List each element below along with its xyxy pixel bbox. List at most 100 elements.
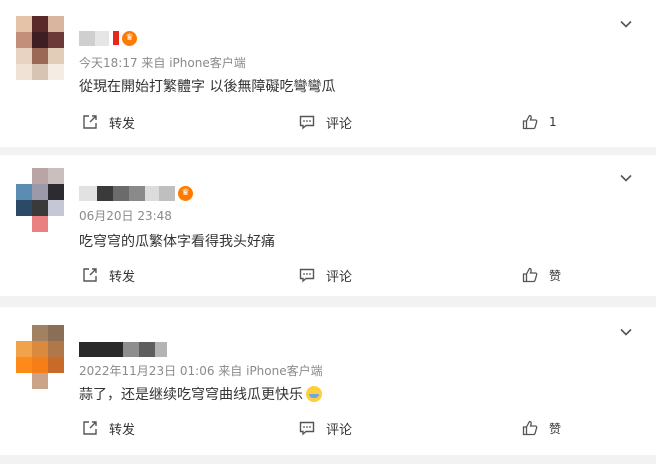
- avatar-pixel: [48, 184, 64, 200]
- avatar-pixel: [48, 216, 64, 232]
- comment-icon: [299, 421, 315, 436]
- chevron-down-icon[interactable]: [618, 324, 634, 340]
- comment-label: 评论: [326, 269, 353, 285]
- avatar-pixel: [48, 200, 64, 216]
- comment-text: 從現在開始打繁體字 以後無障礙吃彎彎瓜: [79, 76, 335, 96]
- username-redaction-block: [79, 185, 97, 201]
- username-redaction-block: [95, 30, 109, 46]
- share-icon: [83, 421, 97, 435]
- username-redaction-block: [123, 341, 139, 357]
- avatar-pixel: [32, 48, 48, 64]
- comment-actions: 转发 评论 赞: [0, 417, 656, 439]
- vip-crown-icon: ♛: [178, 185, 193, 201]
- chevron-down-icon[interactable]: [618, 16, 634, 32]
- share-button[interactable]: 转发: [81, 417, 135, 439]
- username-redaction-block: [145, 185, 159, 201]
- comment-meta: 2022年11月23日 01:06 来自 iPhone客户端: [79, 364, 323, 378]
- share-icon: [83, 115, 97, 129]
- username-redaction-block: [139, 341, 155, 357]
- share-label: 转发: [109, 422, 136, 438]
- comment-label: 评论: [326, 422, 353, 438]
- avatar-pixel: [32, 184, 48, 200]
- flag-badge-icon: [113, 31, 119, 45]
- comment-actions: 转发 评论 赞: [0, 264, 656, 286]
- avatar-pixel: [48, 168, 64, 184]
- comment-label: 评论: [326, 116, 353, 132]
- share-label: 转发: [109, 116, 136, 132]
- like-label: 赞: [549, 421, 562, 436]
- avatar-pixel: [32, 325, 48, 341]
- avatar-pixel: [48, 64, 64, 80]
- avatar-pixel: [16, 200, 32, 216]
- avatar-pixel: [48, 32, 64, 48]
- share-button[interactable]: 转发: [81, 111, 135, 133]
- sweat-smile-emoji-icon: [306, 386, 322, 402]
- comment-button[interactable]: 评论: [298, 264, 352, 286]
- username-redaction-block: [97, 185, 113, 201]
- username[interactable]: ♛: [79, 184, 193, 202]
- like-button[interactable]: 赞: [521, 264, 561, 286]
- share-icon: [83, 268, 97, 282]
- username[interactable]: [79, 340, 167, 358]
- avatar-pixel: [16, 341, 32, 357]
- avatar-pixel: [16, 373, 32, 389]
- avatar-pixel: [16, 168, 32, 184]
- avatar-pixel: [48, 16, 64, 32]
- avatar-pixel: [32, 216, 48, 232]
- comment-text: 蒜了，还是继续吃穹穹曲线瓜更快乐: [79, 384, 322, 404]
- avatar-pixel: [16, 16, 32, 32]
- thumbs-up-icon: [522, 267, 538, 283]
- avatar-pixel: [16, 32, 32, 48]
- thumbs-up-icon: [522, 420, 538, 436]
- comment-icon: [299, 268, 315, 283]
- avatar[interactable]: [16, 325, 64, 389]
- avatar-pixel: [48, 341, 64, 357]
- comment-meta: 06月20日 23:48: [79, 209, 172, 223]
- comment-text-body: 從現在開始打繁體字 以後無障礙吃彎彎瓜: [79, 79, 336, 95]
- username-redaction-block: [113, 185, 129, 201]
- avatar-pixel: [32, 341, 48, 357]
- username[interactable]: ♛: [79, 29, 137, 47]
- avatar-pixel: [48, 325, 64, 341]
- avatar-pixel: [16, 216, 32, 232]
- comment-actions: 转发 评论 1: [0, 111, 656, 133]
- comment-meta: 今天18:17 来自 iPhone客户端: [79, 56, 246, 70]
- avatar-pixel: [16, 325, 32, 341]
- avatar[interactable]: [16, 168, 64, 232]
- share-label: 转发: [109, 269, 136, 285]
- comment-text-body: 蒜了，还是继续吃穹穹曲线瓜更快乐: [79, 387, 303, 403]
- like-count: 1: [549, 115, 557, 129]
- avatar-pixel: [32, 200, 48, 216]
- comment-card: ♛ 今天18:17 来自 iPhone客户端 從現在開始打繁體字 以後無障礙吃彎…: [0, 0, 656, 147]
- comment-card: ♛ 06月20日 23:48 吃穹穹的瓜繁体字看得我头好痛 转发 评论 赞: [0, 155, 656, 296]
- vip-crown-icon: ♛: [122, 30, 137, 46]
- avatar-pixel: [32, 16, 48, 32]
- username-redaction-block: [79, 30, 95, 46]
- avatar-pixel: [32, 32, 48, 48]
- avatar-pixel: [32, 64, 48, 80]
- chevron-down-icon[interactable]: [618, 170, 634, 186]
- like-button[interactable]: 赞: [521, 417, 561, 439]
- thumbs-up-icon: [522, 114, 538, 130]
- like-button[interactable]: 1: [521, 111, 557, 133]
- avatar-pixel: [32, 168, 48, 184]
- avatar-pixel: [32, 373, 48, 389]
- avatar-pixel: [48, 357, 64, 373]
- avatar-pixel: [16, 184, 32, 200]
- avatar-pixel: [16, 48, 32, 64]
- avatar[interactable]: [16, 16, 64, 80]
- comment-button[interactable]: 评论: [298, 417, 352, 439]
- like-label: 赞: [549, 268, 562, 283]
- avatar-pixel: [32, 357, 48, 373]
- username-redaction-block: [129, 185, 145, 201]
- comment-text: 吃穹穹的瓜繁体字看得我头好痛: [79, 231, 275, 251]
- username-redaction-block: [159, 185, 175, 201]
- comment-button[interactable]: 评论: [298, 111, 352, 133]
- username-redaction-block: [155, 341, 167, 357]
- comment-icon: [299, 115, 315, 130]
- username-redaction-block: [79, 341, 123, 357]
- avatar-pixel: [16, 357, 32, 373]
- avatar-pixel: [16, 64, 32, 80]
- share-button[interactable]: 转发: [81, 264, 135, 286]
- comment-card: 2022年11月23日 01:06 来自 iPhone客户端 蒜了，还是继续吃穹…: [0, 307, 656, 455]
